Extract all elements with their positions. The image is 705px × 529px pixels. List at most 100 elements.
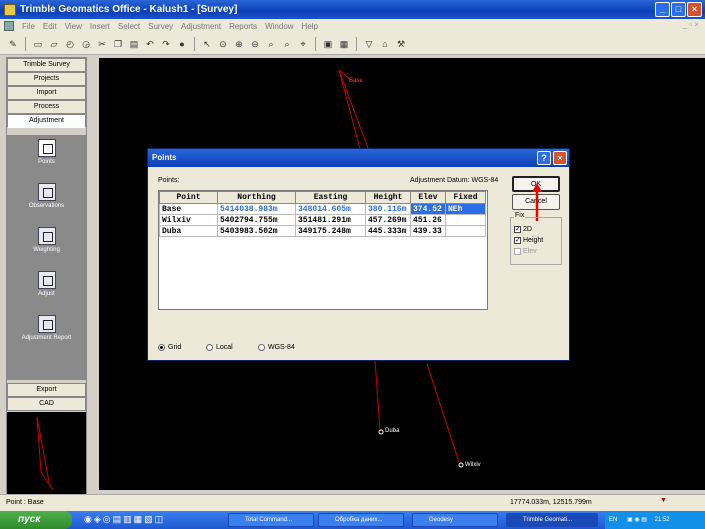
- select-arrow-icon[interactable]: ↖: [200, 37, 214, 51]
- cell-point[interactable]: Base: [159, 203, 218, 215]
- radio-local[interactable]: Local: [206, 344, 233, 351]
- sidebar-item-adjustment-report[interactable]: Adjustment Report: [7, 315, 86, 341]
- copy-icon[interactable]: ❐: [111, 37, 125, 51]
- radio-grid-circle[interactable]: [158, 344, 165, 351]
- menu-reports[interactable]: Reports: [229, 22, 257, 31]
- task-total-commander[interactable]: Total Command...: [228, 513, 314, 527]
- table-row[interactable]: Duba 5403983.502m 349175.248m 445.333m 4…: [159, 225, 486, 237]
- checkbox-2d[interactable]: ✓: [514, 226, 521, 233]
- redo-icon[interactable]: ↷: [159, 37, 173, 51]
- sidebar-item-observations[interactable]: Observations: [7, 183, 86, 209]
- cell-height[interactable]: 445.333m: [365, 225, 411, 237]
- cell-elev[interactable]: 451.26: [410, 214, 446, 226]
- col-elev[interactable]: Elev: [410, 191, 446, 204]
- radio-wgs84-circle[interactable]: [258, 344, 265, 351]
- point-label-base[interactable]: Base: [349, 78, 363, 84]
- new-icon[interactable]: ▭: [31, 37, 45, 51]
- col-point[interactable]: Point: [159, 191, 218, 204]
- filter-icon[interactable]: ▽: [362, 37, 376, 51]
- cell-point[interactable]: Wilxiv: [159, 214, 218, 226]
- sidebar-process[interactable]: Process: [7, 100, 86, 114]
- cell-fixed[interactable]: [445, 225, 486, 237]
- col-fixed[interactable]: Fixed: [445, 191, 486, 204]
- overview-map[interactable]: [7, 412, 86, 494]
- sidebar-projects[interactable]: Projects: [7, 72, 86, 86]
- zoom-previous-icon[interactable]: ⌕: [280, 37, 294, 51]
- radio-wgs84[interactable]: WGS-84: [258, 344, 295, 351]
- checkbox-height[interactable]: ✓: [514, 237, 521, 244]
- col-height[interactable]: Height: [365, 191, 411, 204]
- task-trimble[interactable]: Trimble Geomati...: [506, 513, 598, 527]
- language-indicator[interactable]: EN: [609, 517, 617, 523]
- task-geodesy[interactable]: Geodesy: [412, 513, 498, 527]
- task-data-processing[interactable]: Обробка даних...: [318, 513, 404, 527]
- pan-icon[interactable]: ⌖: [296, 37, 310, 51]
- cell-elev[interactable]: 439.33: [410, 225, 446, 237]
- paste-icon[interactable]: ▤: [127, 37, 141, 51]
- menu-select[interactable]: Select: [118, 22, 140, 31]
- cell-fixed[interactable]: [445, 214, 486, 226]
- menu-insert[interactable]: Insert: [90, 22, 110, 31]
- cell-easting[interactable]: 349175.248m: [295, 225, 366, 237]
- help-button[interactable]: ?: [537, 151, 551, 165]
- sidebar-adjustment[interactable]: Adjustment: [7, 114, 86, 128]
- point-label-wilxiv[interactable]: Wilxiv: [465, 462, 481, 468]
- col-easting[interactable]: Easting: [295, 191, 366, 204]
- cell-northing[interactable]: 5414038.983m: [217, 203, 296, 215]
- sidebar-item-adjust[interactable]: Adjust: [7, 271, 86, 297]
- cell-fixed[interactable]: NEh: [445, 203, 486, 215]
- sidebar-item-weighting[interactable]: Weighting: [7, 227, 86, 253]
- quick-launch-icons[interactable]: ◉◈◎▤▥▦▧◫: [84, 514, 165, 525]
- close-button[interactable]: ×: [687, 2, 702, 17]
- mdi-window-controls[interactable]: _ ▫ ×: [683, 20, 699, 29]
- menu-edit[interactable]: Edit: [43, 22, 57, 31]
- menu-window[interactable]: Window: [265, 22, 293, 31]
- point-label-duba[interactable]: Duba: [385, 428, 399, 434]
- sidebar-cad[interactable]: CAD: [7, 397, 86, 411]
- survey-style-icon[interactable]: ✎: [6, 37, 20, 51]
- cell-height[interactable]: 380.116m: [365, 203, 411, 215]
- menu-survey[interactable]: Survey: [148, 22, 173, 31]
- tool-icon[interactable]: ⚒: [394, 37, 408, 51]
- cell-point[interactable]: Duba: [159, 225, 218, 237]
- cell-elev[interactable]: 374.52: [410, 203, 446, 215]
- menu-file[interactable]: File: [22, 22, 35, 31]
- menu-view[interactable]: View: [65, 22, 82, 31]
- points-grid[interactable]: Point Northing Easting Height Elev Fixed…: [158, 190, 488, 310]
- radio-grid[interactable]: Grid: [158, 344, 181, 351]
- menu-adjustment[interactable]: Adjustment: [181, 22, 221, 31]
- zoom-window-icon[interactable]: ⌕: [264, 37, 278, 51]
- cell-easting[interactable]: 351481.291m: [295, 214, 366, 226]
- tray-icons[interactable]: ▣ ◉ ▤: [627, 517, 647, 523]
- info-icon[interactable]: ●: [175, 37, 189, 51]
- dialog-close-button[interactable]: ×: [553, 151, 567, 165]
- sidebar-export[interactable]: Export: [7, 383, 86, 397]
- open-icon[interactable]: ▱: [47, 37, 61, 51]
- sidebar-item-points[interactable]: Points: [7, 139, 86, 165]
- grid-view-icon[interactable]: ▦: [337, 37, 351, 51]
- snap-icon[interactable]: ⌂: [378, 37, 392, 51]
- radio-local-circle[interactable]: [206, 344, 213, 351]
- cell-northing[interactable]: 5403983.502m: [217, 225, 296, 237]
- zoom-extents-icon[interactable]: ⊙: [216, 37, 230, 51]
- print-icon[interactable]: ◶: [79, 37, 93, 51]
- undo-icon[interactable]: ↶: [143, 37, 157, 51]
- cell-height[interactable]: 457.269m: [365, 214, 411, 226]
- sidebar-import[interactable]: Import: [7, 86, 86, 100]
- table-row[interactable]: Base 5414038.983m 348014.605m 380.116m 3…: [159, 203, 486, 215]
- cell-northing[interactable]: 5402794.755m: [217, 214, 296, 226]
- plan-view-icon[interactable]: ▣: [321, 37, 335, 51]
- maximize-button[interactable]: □: [671, 2, 686, 17]
- print-preview-icon[interactable]: ◴: [63, 37, 77, 51]
- col-northing[interactable]: Northing: [217, 191, 296, 204]
- cut-icon[interactable]: ✂: [95, 37, 109, 51]
- fix-2d-checkbox[interactable]: ✓ 2D: [511, 224, 561, 235]
- table-row[interactable]: Wilxiv 5402794.755m 351481.291m 457.269m…: [159, 214, 486, 226]
- start-button[interactable]: пуск: [0, 511, 72, 529]
- zoom-in-icon[interactable]: ⊕: [232, 37, 246, 51]
- menu-help[interactable]: Help: [302, 22, 318, 31]
- zoom-out-icon[interactable]: ⊖: [248, 37, 262, 51]
- panel-splitter[interactable]: [93, 58, 97, 490]
- sidebar-trimble-survey[interactable]: Trimble Survey: [7, 58, 86, 72]
- minimize-button[interactable]: _: [655, 2, 670, 17]
